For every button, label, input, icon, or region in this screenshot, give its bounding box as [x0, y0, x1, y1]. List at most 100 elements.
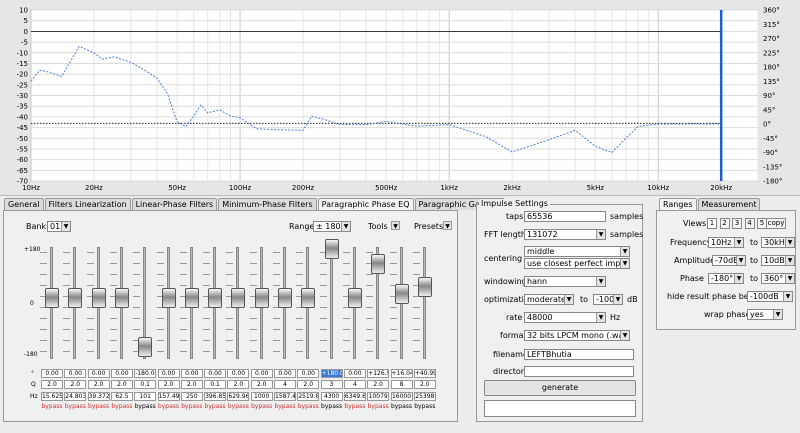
band-bypass-toggle[interactable]: bypass — [181, 403, 203, 410]
band-phase-input[interactable]: 0.00 — [343, 369, 366, 378]
band-slider-thumb[interactable] — [161, 288, 176, 308]
band-frequency-input[interactable]: 1587.4 — [274, 392, 296, 401]
tab-filters-linearization[interactable]: Filters Linearization — [44, 198, 131, 210]
band-frequency-input[interactable]: 250 — [180, 392, 203, 401]
band-frequency-input[interactable]: 24.803 — [64, 392, 87, 401]
band-frequency-input[interactable]: 2519.8 — [297, 392, 320, 401]
bank-select[interactable]: 01 ▼ — [47, 221, 71, 232]
band-phase-input[interactable]: 0.00 — [87, 369, 110, 378]
band-frequency-input[interactable]: 4300 — [320, 392, 343, 401]
centering-mode-select[interactable]: use closest perfect impulse ▼ — [524, 258, 630, 269]
band-q-input[interactable]: 2.0 — [157, 380, 180, 389]
band-phase-input[interactable]: 0.00 — [227, 369, 250, 378]
band-slider-thumb[interactable] — [417, 276, 432, 297]
frequency-response-plot[interactable]: 10 5 0 -5 -10 -15 -20 -25 -30 -35 -40 -45 -50 -55 -60 -… — [0, 0, 800, 196]
optimization-db-select[interactable]: -100 ▼ — [593, 294, 623, 305]
optimization-select[interactable]: moderate ▼ — [524, 294, 574, 305]
band-bypass-toggle[interactable]: bypass — [274, 403, 296, 410]
amplitude-to-select[interactable]: 10dB ▼ — [761, 255, 795, 266]
band-slider-thumb[interactable] — [114, 288, 129, 308]
band-slider-thumb[interactable] — [347, 288, 362, 308]
band-bypass-toggle[interactable]: bypass — [88, 403, 110, 410]
presets-menu-button[interactable]: ▼ — [441, 221, 452, 232]
band-q-input[interactable]: 2.0 — [413, 380, 436, 389]
hide-phase-select[interactable]: -100dB ▼ — [747, 291, 793, 302]
plot-canvas[interactable]: 10 5 0 -5 -10 -15 -20 -25 -30 -35 -40 -45 -50 -55 -60 -… — [0, 0, 800, 196]
band-q-input[interactable]: 2.0 — [110, 380, 133, 389]
band-bypass-toggle[interactable]: bypass — [111, 403, 133, 410]
directory-input[interactable] — [524, 366, 634, 377]
band-slider-thumb[interactable] — [324, 239, 339, 259]
band-phase-input[interactable]: +40.99 — [413, 369, 436, 378]
band-phase-input[interactable]: 0.00 — [41, 369, 63, 378]
filename-input[interactable]: LEFTBhutia — [524, 349, 634, 360]
band-q-input[interactable]: 2.0 — [227, 380, 250, 389]
band-q-input[interactable]: 4 — [274, 380, 296, 389]
band-slider-thumb[interactable] — [91, 288, 106, 308]
centering-select[interactable]: middle ▼ — [524, 246, 630, 257]
tools-menu-button[interactable]: ▼ — [389, 221, 400, 232]
band-q-input[interactable]: 8 — [390, 380, 413, 389]
band-q-input[interactable]: 3 — [320, 380, 343, 389]
phase-from-select[interactable]: -180° ▼ — [708, 273, 744, 284]
band-phase-input[interactable]: 0.00 — [110, 369, 133, 378]
tab-ranges[interactable]: Ranges — [659, 198, 697, 210]
band-q-input[interactable]: 2.0 — [367, 380, 390, 389]
band-frequency-input[interactable]: 25398 — [413, 392, 436, 401]
range-select[interactable]: ± 180° ▼ — [313, 221, 351, 232]
format-select[interactable]: 32 bits LPCM mono (.wav) ▼ — [524, 330, 630, 341]
band-slider-thumb[interactable] — [231, 288, 246, 308]
band-frequency-input[interactable]: 10079 — [367, 392, 390, 401]
band-bypass-toggle[interactable]: bypass — [204, 403, 226, 410]
band-frequency-input[interactable]: 396.85 — [204, 392, 227, 401]
band-bypass-toggle[interactable]: bypass — [367, 403, 389, 410]
band-bypass-toggle[interactable]: bypass — [297, 403, 319, 410]
band-slider-thumb[interactable] — [208, 288, 223, 308]
band-bypass-toggle[interactable]: bypass — [41, 403, 63, 410]
band-phase-input[interactable]: 0.00 — [64, 369, 87, 378]
tab-minimum-phase-filters[interactable]: Minimum-Phase Filters — [218, 198, 317, 210]
band-phase-input[interactable]: 0.00 — [157, 369, 180, 378]
band-bypass-toggle[interactable]: bypass — [321, 403, 343, 410]
frequency-from-select[interactable]: 10Hz ▼ — [708, 237, 744, 248]
tab-measurement[interactable]: Measurement — [697, 198, 761, 210]
view-1-button[interactable]: 1 — [707, 218, 717, 229]
band-bypass-toggle[interactable]: bypass — [134, 403, 156, 410]
band-slider-thumb[interactable] — [68, 288, 83, 308]
band-phase-input[interactable]: +126.53 — [367, 369, 390, 378]
tab-paragraphic-phase-eq[interactable]: Paragraphic Phase EQ — [317, 198, 414, 210]
band-bypass-toggle[interactable]: bypass — [251, 403, 273, 410]
band-q-input[interactable]: 2.0 — [250, 380, 273, 389]
band-phase-input[interactable]: 0.00 — [250, 369, 273, 378]
phase-to-select[interactable]: 360° ▼ — [761, 273, 795, 284]
band-frequency-input[interactable]: 62.5 — [110, 392, 133, 401]
view-3-button[interactable]: 3 — [732, 218, 742, 229]
band-q-input[interactable]: 2.0 — [180, 380, 203, 389]
amplitude-from-select[interactable]: -70dB ▼ — [712, 255, 746, 266]
view-2-button[interactable]: 2 — [719, 218, 730, 229]
tab-linear-phase-filters[interactable]: Linear-Phase Filters — [131, 198, 218, 210]
frequency-to-select[interactable]: 30kHz ▼ — [761, 237, 795, 248]
band-phase-input[interactable]: -180.00 — [134, 369, 157, 378]
band-frequency-input[interactable]: 629.96 — [227, 392, 250, 401]
band-phase-input[interactable]: 0.00 — [204, 369, 227, 378]
rate-select[interactable]: 48000 ▼ — [524, 312, 606, 323]
band-bypass-toggle[interactable]: bypass — [158, 403, 180, 410]
band-slider-thumb[interactable] — [45, 288, 59, 308]
band-slider-track[interactable] — [329, 247, 333, 359]
band-q-input[interactable]: 4 — [343, 380, 366, 389]
band-q-input[interactable]: 2.0 — [64, 380, 87, 389]
band-slider-thumb[interactable] — [371, 253, 386, 274]
band-slider-thumb[interactable] — [301, 288, 316, 308]
band-q-input[interactable]: 0.1 — [204, 380, 227, 389]
band-phase-input[interactable]: +180.00 — [320, 369, 343, 378]
view-4-button[interactable]: 4 — [744, 218, 755, 229]
band-frequency-input[interactable]: 15.625 — [41, 392, 63, 401]
band-phase-input[interactable]: +16.04 — [390, 369, 413, 378]
band-q-input[interactable]: 0.1 — [134, 380, 157, 389]
band-bypass-toggle[interactable]: bypass — [344, 403, 366, 410]
fft-length-select[interactable]: 131072 ▼ — [524, 229, 606, 240]
band-slider-track[interactable] — [422, 247, 426, 359]
taps-input[interactable]: 65536 — [524, 211, 606, 222]
band-phase-input[interactable]: 0.00 — [274, 369, 296, 378]
